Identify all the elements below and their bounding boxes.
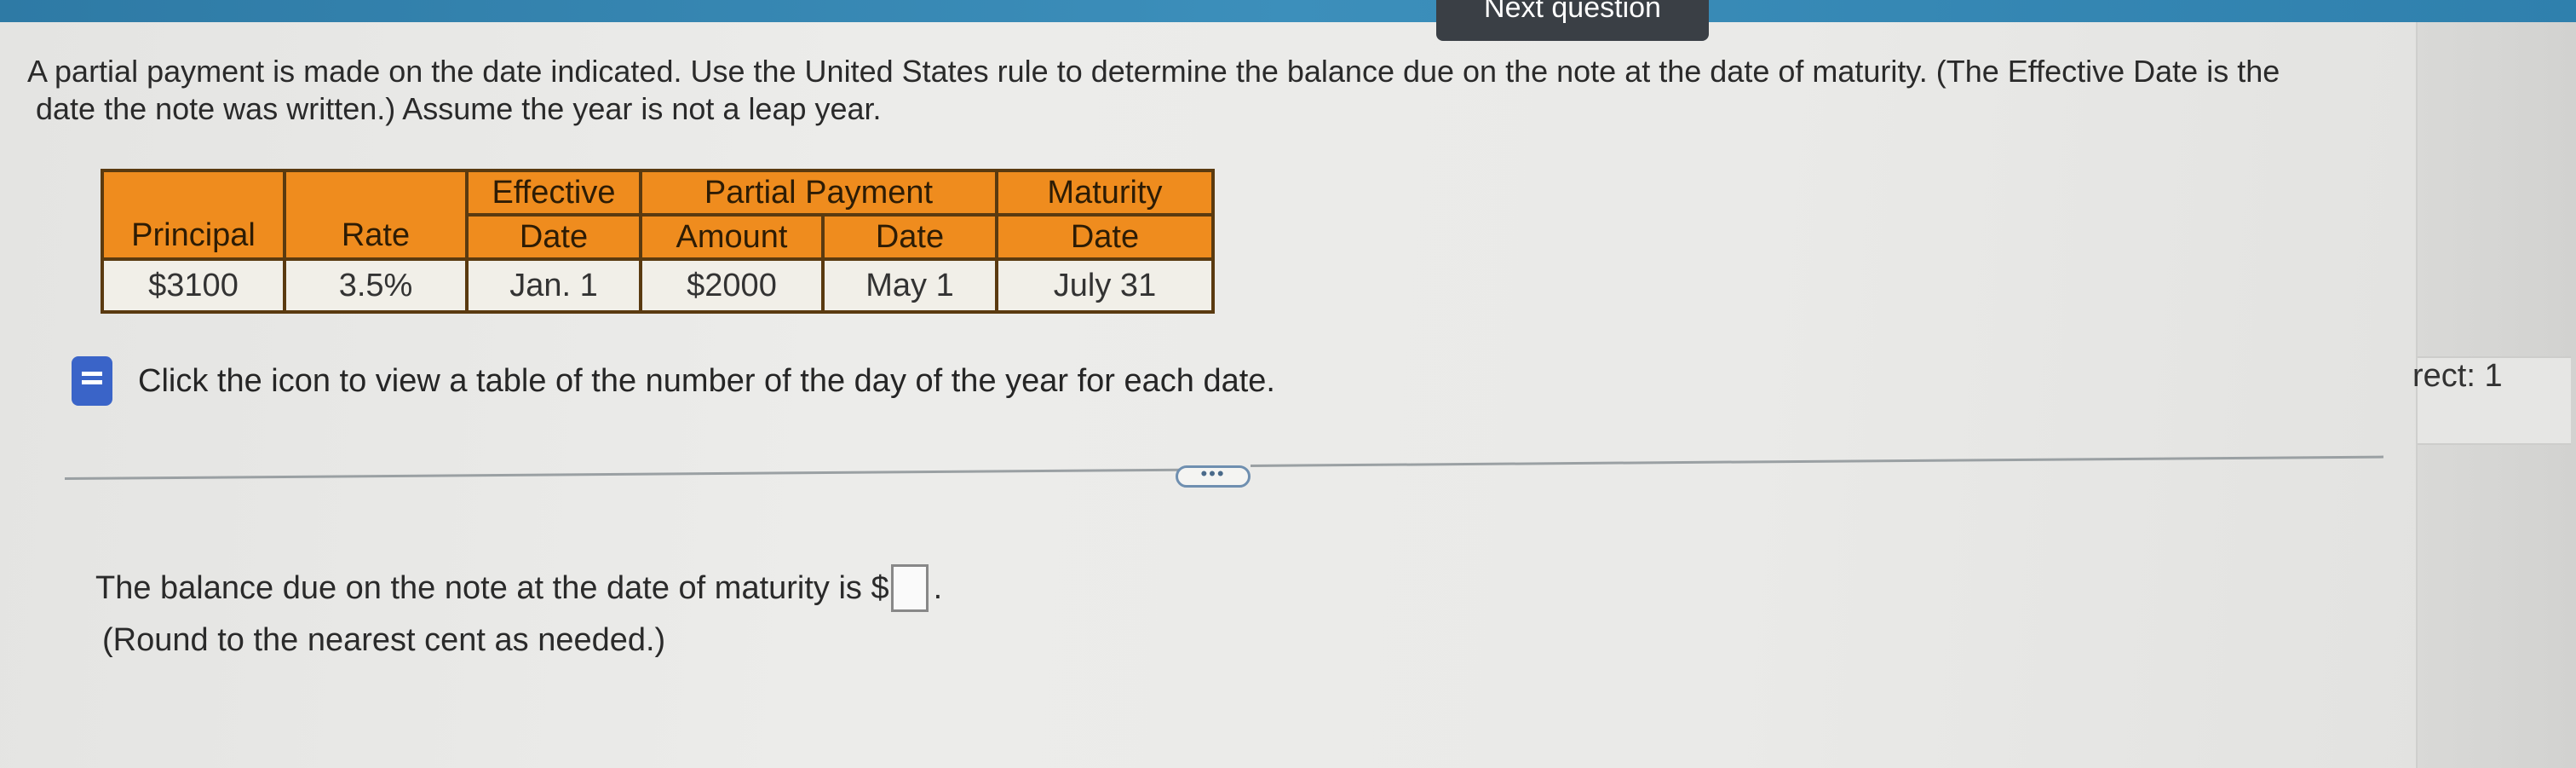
header-effective-bottom: Date	[465, 213, 642, 261]
cell-amount: $2000	[639, 257, 825, 314]
question-line-2: date the note was written.) Assume the y…	[36, 91, 882, 126]
header-principal: Principal	[101, 169, 286, 261]
header-maturity-bottom: Date	[995, 213, 1215, 261]
top-bar	[0, 0, 2576, 22]
day-table-hint: Click the icon to view a table of the nu…	[72, 356, 1275, 406]
answer-prefix: The balance due on the note at the date …	[95, 569, 889, 606]
book-icon[interactable]	[72, 356, 112, 406]
expand-more-button[interactable]: •••	[1176, 465, 1251, 488]
cell-payment-date: May 1	[821, 257, 998, 314]
header-rate: Rate	[283, 169, 469, 261]
next-question-button[interactable]: Next question	[1436, 0, 1709, 41]
cell-maturity-date: July 31	[995, 257, 1215, 314]
score-text: rect: 1	[2412, 358, 2503, 394]
header-maturity-top: Maturity	[995, 169, 1215, 217]
cell-effective-date: Jan. 1	[465, 257, 642, 314]
note-table: Principal Rate Effective Partial Payment…	[101, 169, 1215, 314]
rounding-note: (Round to the nearest cent as needed.)	[102, 622, 666, 658]
answer-suffix: .	[933, 569, 943, 606]
answer-input[interactable]	[890, 564, 929, 612]
question-line-1: A partial payment is made on the date in…	[27, 54, 2280, 89]
cell-rate: 3.5%	[283, 257, 469, 314]
header-payment-date: Date	[821, 213, 998, 261]
header-partial-payment: Partial Payment	[639, 169, 998, 217]
header-effective-top: Effective	[465, 169, 642, 217]
question-text: A partial payment is made on the date in…	[27, 53, 2395, 128]
side-panel	[2416, 22, 2576, 768]
hint-text: Click the icon to view a table of the nu…	[138, 362, 1275, 399]
answer-line: The balance due on the note at the date …	[95, 564, 942, 612]
table-row: $3100 3.5% Jan. 1 $2000 May 1 July 31	[101, 257, 1215, 314]
header-amount: Amount	[639, 213, 825, 261]
cell-principal: $3100	[101, 257, 286, 314]
